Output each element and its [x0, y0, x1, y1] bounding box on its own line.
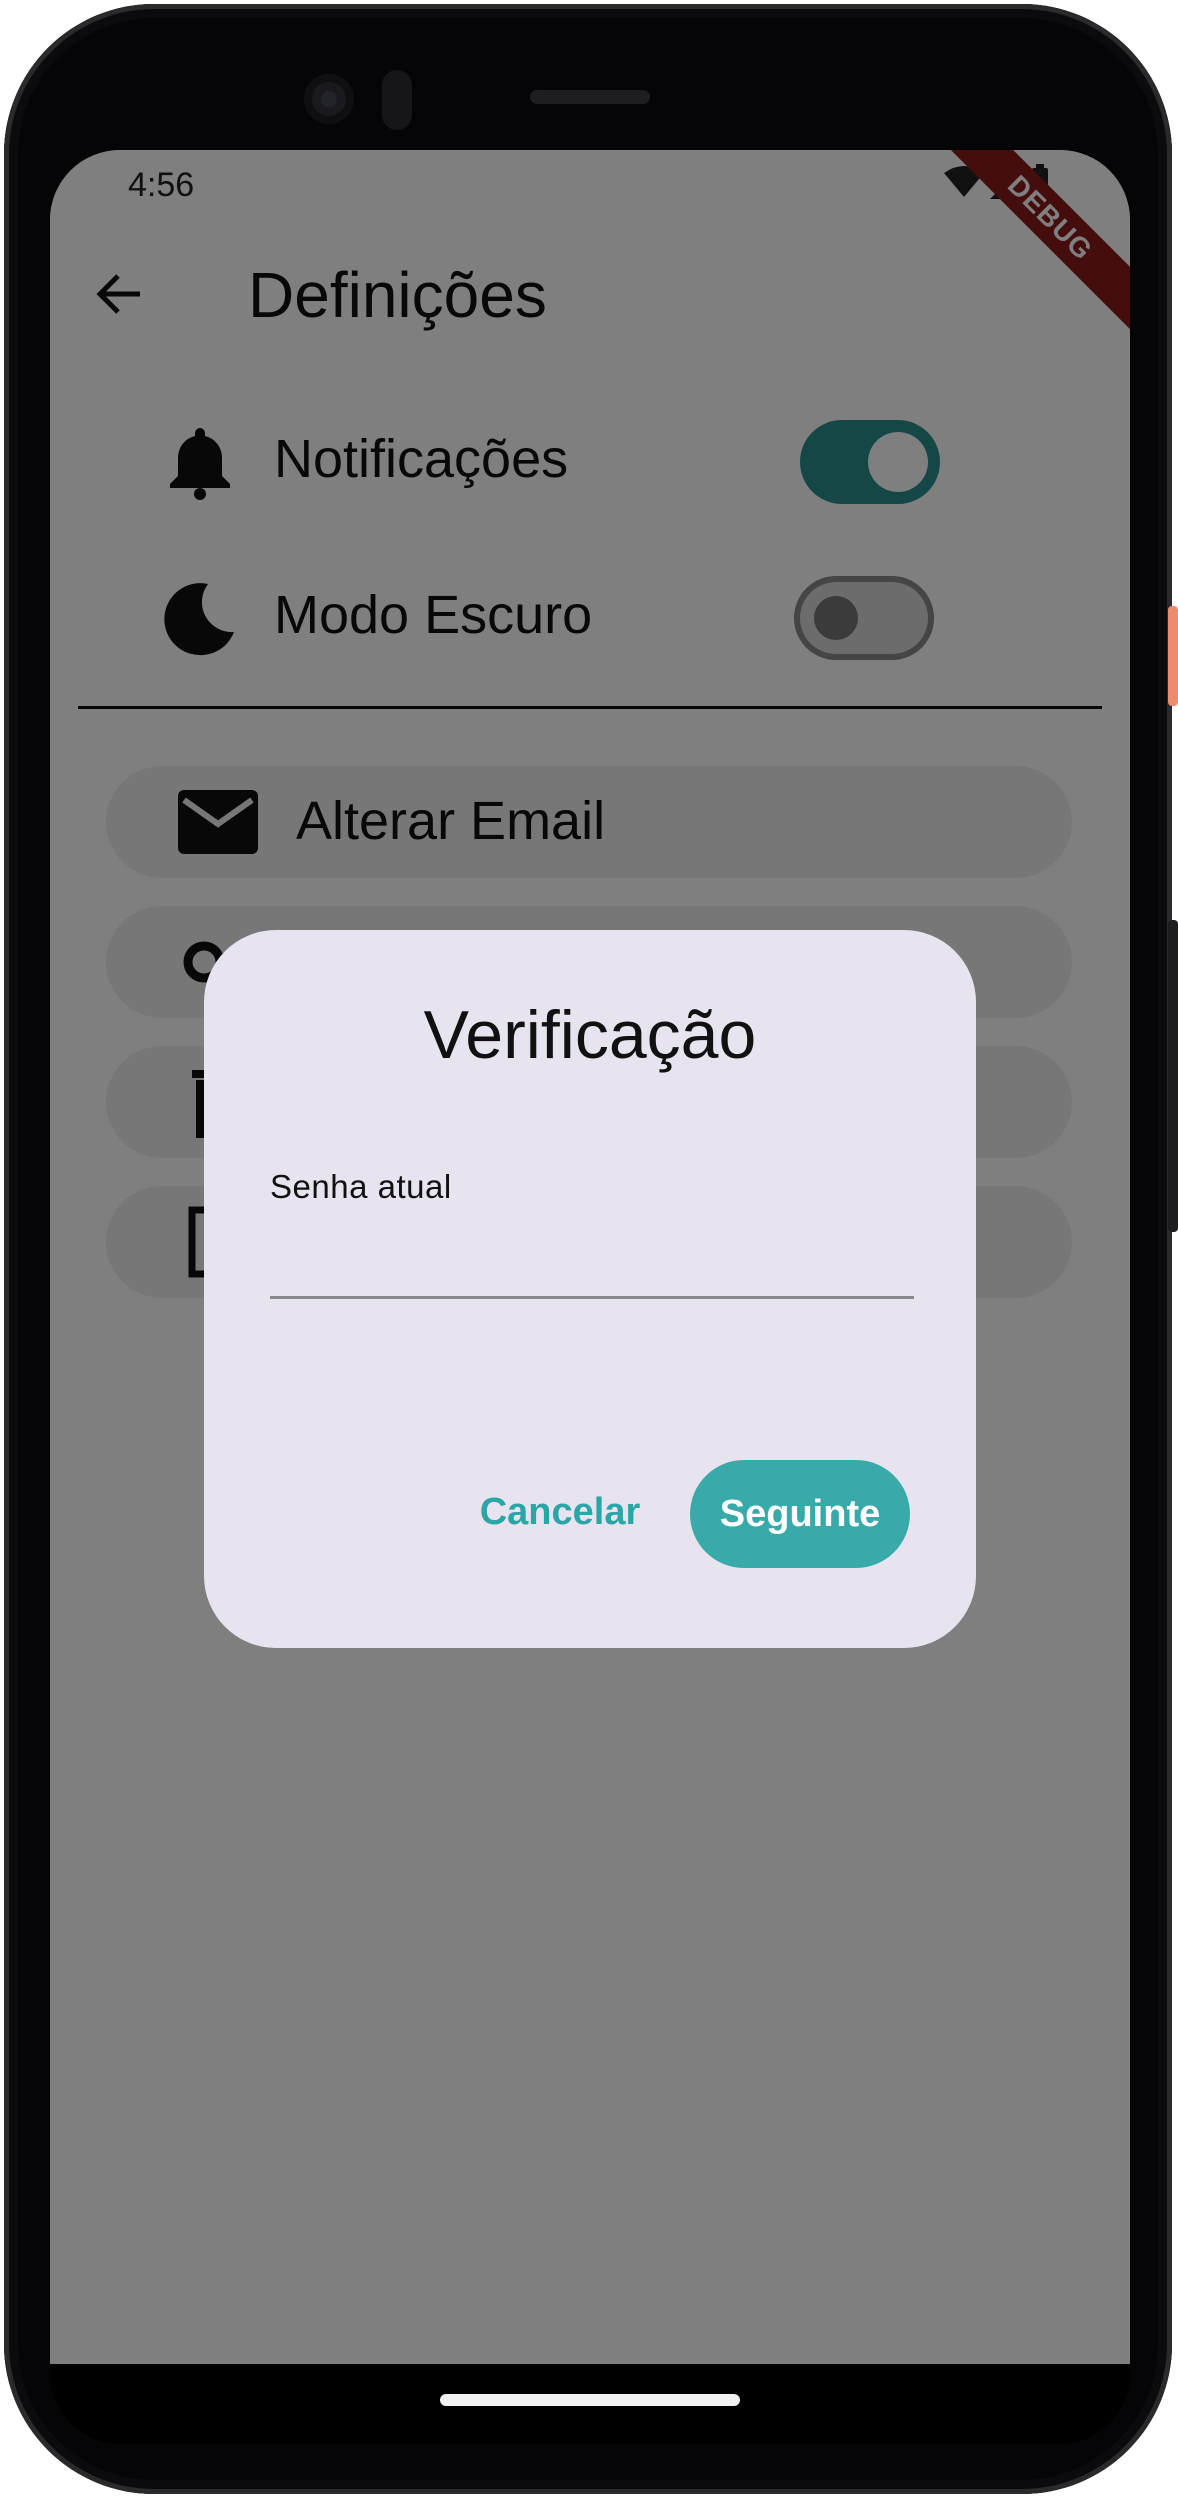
password-field-label: Senha atual [270, 1168, 452, 1205]
volume-rocker [1168, 920, 1178, 1232]
power-button [1168, 606, 1178, 706]
cancel-button[interactable]: Cancelar [460, 1460, 660, 1564]
app-screen: 4:56 Definições Notificações Modo Escuro [50, 150, 1130, 2364]
navigation-bar [50, 2364, 1130, 2444]
phone-frame: 4:56 Definições Notificações Modo Escuro [4, 4, 1172, 2494]
next-button[interactable]: Seguinte [690, 1460, 910, 1568]
verification-dialog: Verificação Senha atual Cancelar Seguint… [204, 930, 976, 1648]
dialog-title: Verificação [423, 997, 757, 1073]
current-password-input[interactable] [270, 1220, 914, 1299]
home-gesture-bar[interactable] [440, 2394, 740, 2406]
front-camera [304, 74, 354, 124]
proximity-sensor [382, 70, 412, 130]
earpiece-speaker [530, 90, 650, 104]
